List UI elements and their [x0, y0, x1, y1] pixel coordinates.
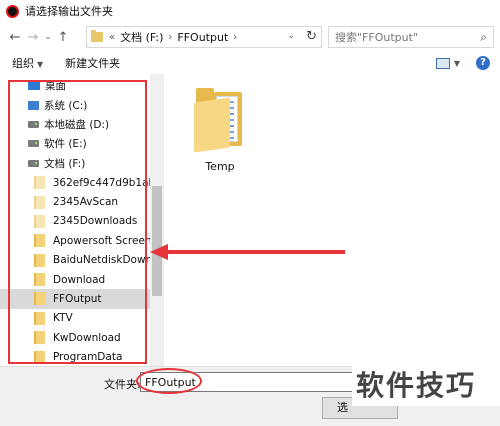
sidebar-item-label: 2345AvScan: [53, 196, 119, 209]
breadcrumb-separator[interactable]: ›: [233, 32, 237, 43]
sidebar-item-label: 软件 (E:): [44, 138, 87, 151]
address-dropdown-icon[interactable]: ⌄: [287, 31, 295, 41]
address-bar[interactable]: « 文档 (F:) › FFOutput › ⌄ ↻: [86, 26, 322, 48]
folder-front: [194, 97, 230, 153]
sidebar-item-label: 文档 (F:): [44, 157, 86, 170]
folder-icon: [34, 331, 45, 345]
sidebar-item-label: Apowersoft Screen R: [53, 234, 163, 247]
folder-item-label[interactable]: Temp: [186, 160, 254, 173]
desktop-icon: [28, 81, 40, 91]
new-folder-button[interactable]: 新建文件夹: [65, 55, 120, 71]
organize-button[interactable]: 组织 ▼: [12, 55, 43, 71]
window-title: 请选择输出文件夹: [25, 5, 113, 18]
breadcrumb-drive-f[interactable]: 文档 (F:): [120, 29, 163, 45]
folder-icon: [34, 176, 45, 190]
refresh-icon[interactable]: ↻: [306, 29, 317, 44]
sidebar-item-ffoutput[interactable]: FFOutput: [0, 289, 164, 309]
recent-locations-icon[interactable]: ⌄: [42, 32, 54, 42]
back-icon[interactable]: ←: [6, 30, 24, 45]
chevron-down-icon: ▼: [37, 60, 44, 69]
app-icon: [6, 4, 19, 18]
sidebar-item-label: 桌面: [45, 80, 66, 93]
sidebar-item-folder[interactable]: KTV: [0, 309, 164, 328]
breadcrumb-overflow[interactable]: «: [109, 32, 115, 43]
drive-icon: [28, 159, 39, 167]
breadcrumb-separator[interactable]: ›: [168, 32, 172, 43]
view-dropdown-icon[interactable]: ▼: [454, 59, 460, 68]
sidebar-scrollbar[interactable]: [150, 74, 164, 366]
sidebar-item-label: KwDownload: [53, 331, 121, 344]
drive-icon: [28, 140, 39, 148]
up-icon[interactable]: ↑: [54, 30, 72, 45]
organize-label: 组织: [12, 57, 34, 70]
title-bar: 请选择输出文件夹: [0, 0, 500, 22]
view-options-icon[interactable]: [435, 57, 450, 69]
folder-icon: [34, 253, 45, 267]
folder-icon: [34, 214, 45, 228]
search-input[interactable]: 搜索"FFOutput" ⌕: [328, 26, 494, 48]
toolbar: 组织 ▼ 新建文件夹 ▼ ?: [0, 52, 500, 74]
folder-icon[interactable]: [194, 86, 246, 153]
sidebar-item-folder[interactable]: BaiduNetdiskDownlo: [0, 251, 164, 270]
sidebar-item-desktop[interactable]: 桌面: [0, 76, 164, 95]
sidebar-item-drive-e[interactable]: 软件 (E:): [0, 134, 164, 153]
sidebar-item-label: 本地磁盘 (D:): [44, 118, 110, 131]
sidebar-item-label: 系统 (C:): [44, 99, 88, 112]
search-placeholder: 搜索"FFOutput": [335, 31, 418, 44]
sidebar-item-folder[interactable]: KwDownload: [0, 328, 164, 347]
folder-icon: [34, 292, 45, 306]
sidebar-item-drive-d[interactable]: 本地磁盘 (D:): [0, 115, 164, 134]
folder-icon: [34, 273, 45, 287]
folder-name-label: 文件夹:: [104, 378, 141, 391]
breadcrumb-ffoutput[interactable]: FFOutput: [177, 31, 228, 44]
folder-icon: [34, 350, 45, 364]
help-icon[interactable]: ?: [476, 56, 490, 70]
watermark: 软件技巧: [352, 366, 500, 406]
sidebar-item-label: BaiduNetdiskDownlo: [53, 254, 162, 267]
sidebar-item-folder[interactable]: 2345Downloads: [0, 212, 164, 231]
scrollbar-thumb[interactable]: [152, 186, 162, 296]
sidebar-item-drive-c[interactable]: 系统 (C:): [0, 95, 164, 114]
sidebar-item-folder[interactable]: 2345AvScan: [0, 192, 164, 211]
sidebar-item-label: FFOutput: [53, 292, 102, 305]
sidebar-item-folder[interactable]: Apowersoft Screen R: [0, 231, 164, 250]
system-drive-icon: [28, 100, 39, 110]
drive-icon: [28, 120, 39, 128]
sidebar-item-folder[interactable]: ProgramData: [0, 347, 164, 366]
folder-icon: [91, 30, 103, 42]
sidebar-item-label: Download: [53, 273, 106, 286]
toolbar-right: ▼ ?: [435, 56, 490, 70]
sidebar-item-label: KTV: [53, 312, 73, 325]
folder-icon: [34, 234, 45, 248]
search-icon[interactable]: ⌕: [480, 30, 487, 45]
folder-icon: [34, 311, 45, 325]
navigation-row: ← → ⌄ ↑ « 文档 (F:) › FFOutput › ⌄ ↻ 搜索"FF…: [0, 22, 500, 52]
forward-icon[interactable]: →: [24, 30, 42, 45]
folder-icon: [34, 195, 45, 209]
navigation-pane: 桌面 系统 (C:) 本地磁盘 (D:) 软件 (E:) 文档 (F:) 362…: [0, 74, 164, 366]
sidebar-item-folder[interactable]: 362ef9c447d9b1abac: [0, 173, 164, 192]
sidebar-item-label: 362ef9c447d9b1abac: [52, 176, 164, 189]
annotation-ellipse: [136, 368, 202, 394]
file-list: Temp: [166, 74, 500, 366]
sidebar-item-label: ProgramData: [53, 351, 123, 364]
sidebar-item-drive-f[interactable]: 文档 (F:): [0, 154, 164, 173]
sidebar-item-label: 2345Downloads: [53, 215, 138, 228]
sidebar-item-folder[interactable]: Download: [0, 270, 164, 289]
